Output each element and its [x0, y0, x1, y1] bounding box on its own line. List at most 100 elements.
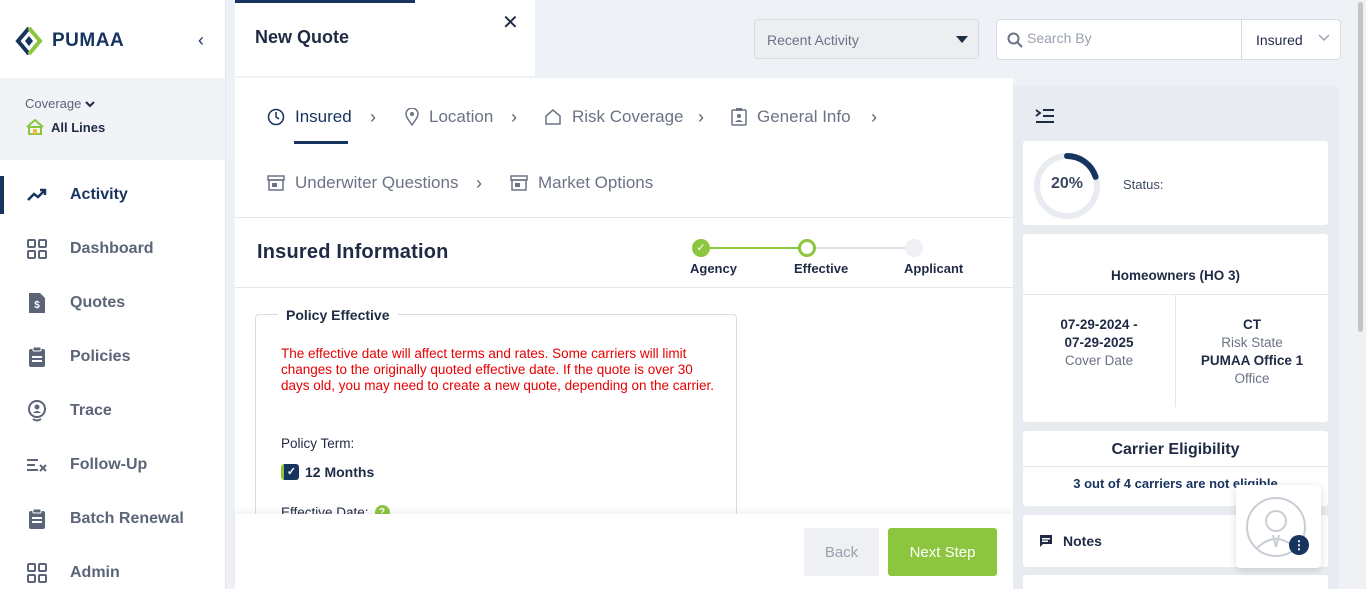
search-input[interactable] — [1027, 30, 1227, 46]
quote-tab[interactable]: New Quote ✕ — [235, 0, 535, 76]
grid-icon — [26, 562, 48, 584]
sidebar-item-activity[interactable]: Activity — [0, 168, 225, 222]
step-location[interactable]: Location — [405, 107, 493, 127]
recent-activity-dropdown[interactable]: Recent Activity — [754, 19, 979, 59]
step-general-info[interactable]: General Info — [731, 107, 851, 127]
close-icon[interactable]: ✕ — [502, 10, 519, 35]
step-label: Underwiter Questions — [295, 173, 459, 192]
coverage-value: All Lines — [51, 119, 106, 135]
chevron-down-icon[interactable] — [1317, 30, 1331, 44]
trend-up-icon — [26, 184, 48, 206]
checkmark-icon: ✓ — [281, 464, 299, 480]
active-tab-indicator — [235, 0, 415, 3]
progress-dot-current — [798, 239, 816, 257]
policy-summary-card: Homeowners (HO 3) 07-29-2024 - 07-29-202… — [1023, 234, 1328, 422]
sidebar-item-label: Batch Renewal — [70, 510, 184, 527]
search-type-select[interactable]: Insured — [1256, 32, 1303, 48]
home-icon — [545, 109, 561, 125]
main-content: Insured › Location › Risk Coverage › Gen… — [235, 78, 1013, 589]
cover-date-block: 07-29-2024 - 07-29-2025 Cover Date — [1023, 316, 1175, 370]
caret-down-icon — [956, 36, 968, 43]
sidebar-item-trace[interactable]: Trace — [0, 384, 225, 438]
search-bar: Insured — [996, 19, 1341, 60]
step-label: Risk Coverage — [572, 107, 684, 126]
warning-text: The effective date will affect terms and… — [281, 346, 715, 393]
app-name: PUMAA — [52, 30, 125, 51]
sidebar-item-label: Policies — [70, 348, 131, 365]
sidebar-item-label: Activity — [70, 186, 128, 203]
status-label: Status: — [1123, 177, 1164, 192]
store-icon — [267, 175, 285, 191]
chevron-right-icon: › — [476, 173, 482, 193]
next-step-button[interactable]: Next Step — [888, 528, 997, 576]
policy-type: Homeowners (HO 3) — [1110, 268, 1241, 283]
coverage-selector[interactable]: Coverage All Lines — [0, 78, 225, 160]
carrier-eligibility-title: Carrier Eligibility — [1111, 441, 1240, 458]
clipboard-icon — [26, 346, 48, 368]
panel-card — [1023, 575, 1328, 589]
quote-steps: Insured › Location › Risk Coverage › Gen… — [235, 78, 1013, 218]
progress-label-agency: Agency — [690, 261, 737, 276]
pumaa-logo-icon — [15, 26, 43, 56]
policy-term-label: Policy Term: — [281, 436, 355, 451]
id-card-icon — [731, 108, 747, 126]
chevron-right-icon: › — [370, 107, 376, 127]
collapse-sidebar-icon[interactable]: ‹ — [198, 30, 204, 51]
back-button[interactable]: Back — [804, 528, 879, 576]
risk-state-value: CT — [1243, 317, 1261, 332]
step-label: General Info — [757, 107, 851, 126]
clipboard-list-icon — [26, 508, 48, 530]
cover-date-end: 07-29-2025 — [1064, 335, 1134, 350]
grid-icon — [26, 238, 48, 260]
cover-date-label: Cover Date — [1064, 353, 1134, 368]
step-insured[interactable]: Insured — [267, 107, 352, 144]
sidebar-item-batch-renewal[interactable]: Batch Renewal — [0, 492, 225, 546]
panel-toggle-icon[interactable] — [1035, 108, 1055, 124]
cover-date-start: 07-29-2024 - — [1060, 317, 1138, 332]
store-icon — [510, 175, 528, 191]
notes-label: Notes — [1063, 533, 1102, 549]
step-underwriter-questions[interactable]: Underwiter Questions — [267, 173, 458, 193]
term-12-months-checkbox[interactable]: ✓ 12 Months — [281, 464, 374, 480]
sidebar-item-label: Admin — [70, 564, 120, 581]
sidebar-item-follow-up[interactable]: Follow-Up — [0, 438, 225, 492]
sidebar-item-label: Quotes — [70, 294, 126, 311]
sidebar-nav: Activity Dashboard $ Quotes Policies Tra… — [0, 168, 225, 589]
step-label: Location — [429, 107, 494, 126]
logo[interactable]: PUMAA — [14, 26, 124, 56]
sidebar-item-label: Dashboard — [70, 240, 154, 257]
list-check-icon — [26, 454, 48, 476]
more-options-icon[interactable]: ⋮ — [1289, 535, 1309, 555]
sidebar-item-policies[interactable]: Policies — [0, 330, 225, 384]
step-label: Market Options — [538, 173, 654, 192]
pin-icon — [405, 108, 419, 126]
page-scrollbar[interactable] — [1356, 0, 1366, 589]
search-icon — [1007, 32, 1023, 48]
chevron-right-icon: › — [871, 107, 877, 127]
note-icon — [1040, 535, 1052, 547]
sidebar-item-admin[interactable]: Admin — [0, 546, 225, 589]
chevron-right-icon: › — [511, 107, 517, 127]
term-option-label: 12 Months — [305, 464, 375, 480]
support-agent-widget[interactable]: ⋮ — [1236, 485, 1321, 568]
section-title: Insured Information — [257, 241, 449, 263]
sidebar-item-dashboard[interactable]: Dashboard — [0, 222, 225, 276]
recent-activity-label: Recent Activity — [767, 32, 859, 48]
risk-state-label: Risk State — [1221, 335, 1283, 350]
office-value: PUMAA Office 1 — [1200, 353, 1304, 368]
sidebar-item-label: Trace — [70, 402, 112, 419]
sidebar-item-label: Follow-Up — [70, 456, 148, 473]
svg-text:$: $ — [34, 300, 40, 311]
step-risk-coverage[interactable]: Risk Coverage — [544, 107, 684, 127]
document-dollar-icon: $ — [26, 292, 48, 314]
form-footer: Back Next Step — [235, 514, 1013, 589]
step-market-options[interactable]: Market Options — [510, 173, 653, 193]
progress-dot-pending — [905, 239, 923, 257]
office-label: Office — [1234, 371, 1270, 386]
house-icon — [26, 119, 44, 135]
progress-percent: 20% — [1050, 175, 1084, 192]
section-header: Insured Information ✓ Agency Effective A… — [235, 219, 1013, 288]
active-step-indicator — [294, 141, 348, 144]
status-card: 20% Status: — [1023, 141, 1328, 225]
sidebar-item-quotes[interactable]: $ Quotes — [0, 276, 225, 330]
